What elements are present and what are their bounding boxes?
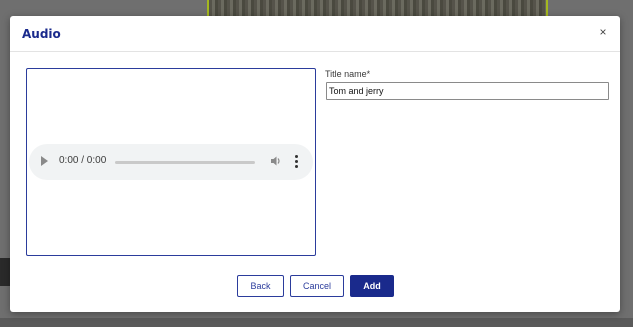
close-button[interactable]: ×: [596, 25, 610, 39]
back-button[interactable]: Back: [237, 275, 284, 297]
add-button[interactable]: Add: [350, 275, 394, 297]
progress-slider[interactable]: [115, 161, 255, 164]
background-strip: [0, 258, 10, 286]
more-vert-icon[interactable]: [295, 155, 299, 169]
dialog-title: Audio: [22, 27, 61, 41]
audio-player[interactable]: 0:00 / 0:00: [29, 144, 313, 180]
dialog-header: Audio ×: [10, 16, 620, 52]
time-display: 0:00 / 0:00: [59, 155, 107, 166]
audio-preview-box: 0:00 / 0:00: [26, 68, 316, 256]
title-name-input[interactable]: [326, 82, 609, 100]
play-icon[interactable]: [41, 156, 48, 166]
volume-icon[interactable]: [269, 154, 283, 168]
audio-dialog: Audio × 0:00 / 0:00 Title name* Back Can…: [10, 16, 620, 312]
cancel-button[interactable]: Cancel: [290, 275, 344, 297]
background-bottom: [0, 318, 633, 327]
title-name-label: Title name*: [325, 69, 371, 79]
